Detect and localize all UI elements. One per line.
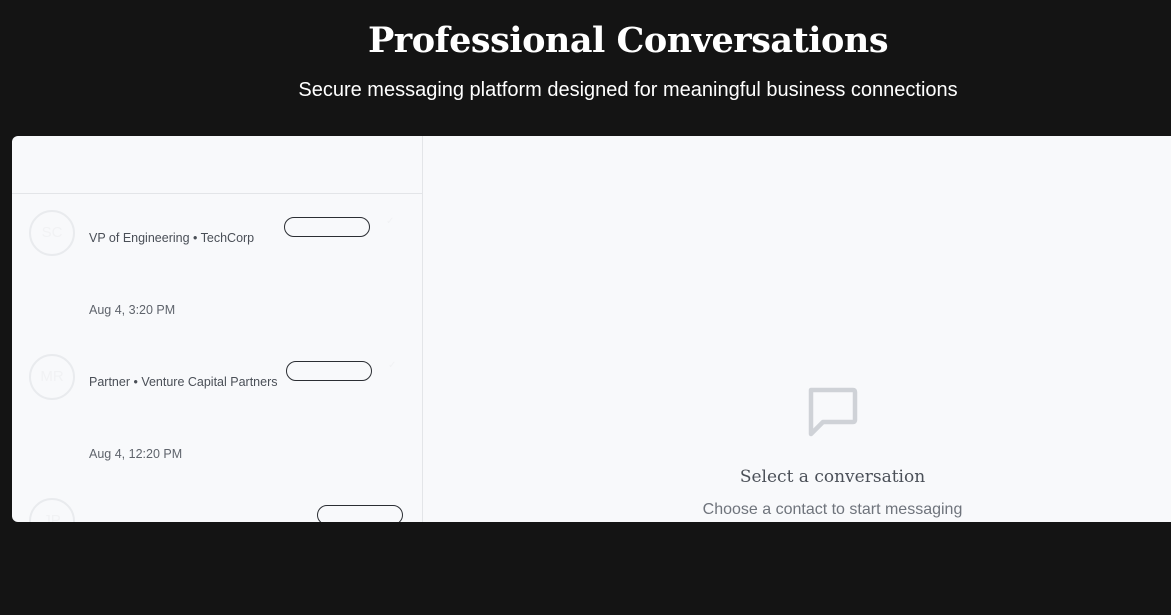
empty-state-subtitle: Choose a contact to start messaging [702,501,963,518]
contact-status-pill[interactable] [284,217,370,237]
read-receipt-icon: ✓ [388,360,397,371]
contacts-sidebar: SC VP of Engineering • TechCorp ✓ Aug 4,… [12,136,423,522]
contact-role: VP of Engineering • TechCorp [89,231,255,245]
contact-status-pill[interactable] [317,505,403,522]
contact-item[interactable]: SC VP of Engineering • TechCorp ✓ Aug 4,… [12,210,422,354]
sidebar-header [12,136,422,194]
avatar: SC [29,210,75,256]
contact-timestamp: Aug 4, 3:20 PM [89,303,176,317]
avatar: MR [29,354,75,400]
page-subtitle: Secure messaging platform designed for m… [298,79,958,101]
empty-state-title: Select a conversation [739,467,926,487]
contact-item[interactable]: JP [12,498,422,522]
messaging-app: SC VP of Engineering • TechCorp ✓ Aug 4,… [12,136,1171,522]
page-title: Professional Conversations [367,20,889,61]
read-receipt-icon: ✓ [386,216,395,227]
avatar: JP [29,498,75,522]
contact-timestamp: Aug 4, 12:20 PM [89,447,183,461]
chat-pane: Select a conversation Choose a contact t… [423,136,1171,522]
message-square-icon [808,387,858,437]
contact-item[interactable]: MR Partner • Venture Capital Partners ✓ … [12,354,422,498]
contact-status-pill[interactable] [286,361,372,381]
hero-section: Professional Conversations Secure messag… [0,0,1171,136]
contact-role: Partner • Venture Capital Partners [89,375,278,389]
